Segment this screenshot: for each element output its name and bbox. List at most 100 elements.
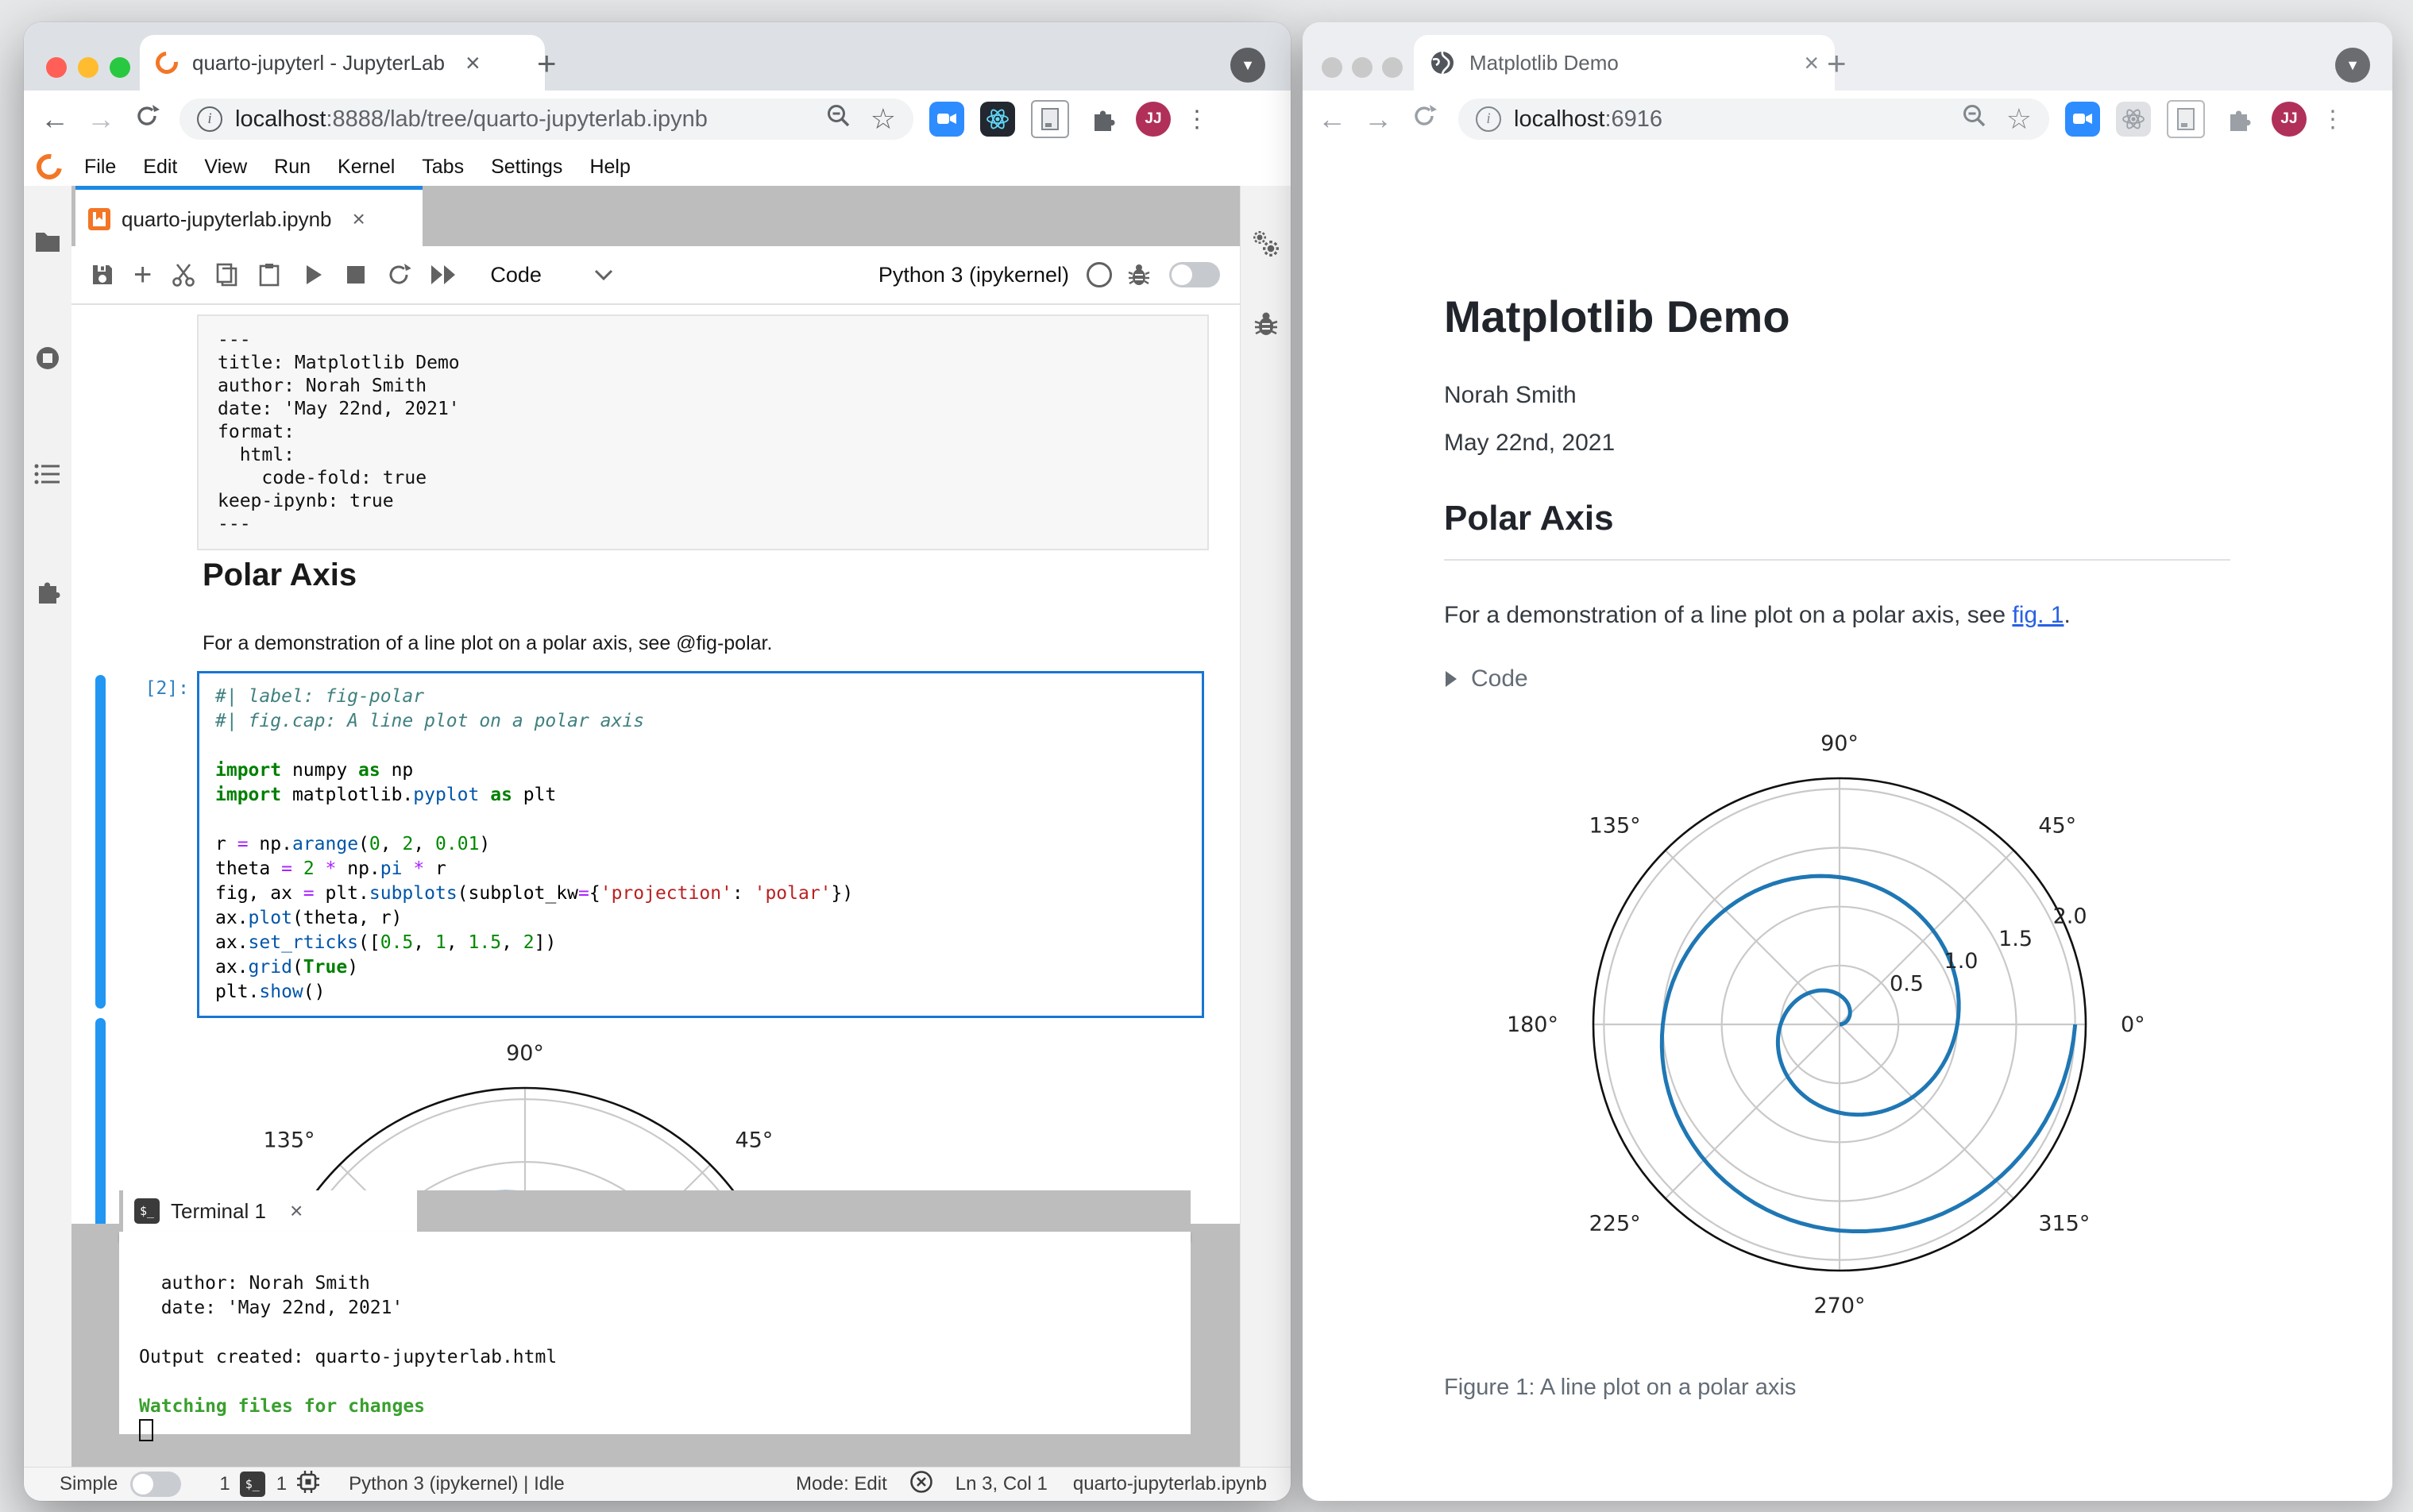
running-kernels-icon[interactable] [34, 345, 61, 376]
cursor-position[interactable]: Ln 3, Col 1 [956, 1473, 1048, 1495]
preview-browser-window: Matplotlib Demo × + ▼ ← → i localhost:69… [1303, 22, 2392, 1501]
address-bar[interactable]: i localhost:6916 ☆ [1458, 98, 2049, 140]
property-inspector-icon[interactable] [1252, 230, 1280, 262]
menu-item-help[interactable]: Help [589, 156, 630, 179]
reload-icon[interactable] [124, 102, 170, 137]
reload-icon[interactable] [1401, 102, 1447, 137]
kernel-sessions-icon[interactable] [296, 1470, 320, 1499]
kernel-status-text[interactable]: Python 3 (ipykernel) | Idle [349, 1473, 565, 1495]
terminal-count[interactable]: 1 [219, 1473, 230, 1495]
close-terminal-tab-icon[interactable]: × [290, 1200, 303, 1222]
back-icon[interactable]: ← [32, 102, 78, 136]
table-of-contents-icon[interactable] [34, 463, 61, 489]
code-line: plt.show() [215, 982, 326, 1002]
bookmark-star-icon[interactable]: ☆ [871, 102, 896, 136]
back-icon[interactable]: ← [1309, 102, 1355, 136]
active-file-name[interactable]: quarto-jupyterlab.ipynb [1073, 1473, 1267, 1495]
forward-icon[interactable]: → [1355, 102, 1401, 136]
jupyter-logo [31, 148, 68, 185]
minimize-window-button[interactable] [78, 57, 98, 78]
figure-link[interactable]: fig. 1 [2012, 602, 2064, 628]
extension-manager-icon[interactable] [34, 577, 61, 608]
new-tab-button[interactable]: + [537, 44, 557, 83]
site-info-icon[interactable]: i [1476, 106, 1501, 132]
zoom-extension-icon[interactable] [2065, 102, 2100, 137]
puzzle-extensions-icon[interactable] [1085, 102, 1120, 137]
cell-collapser[interactable] [95, 675, 106, 1009]
site-info-icon[interactable]: i [197, 106, 222, 132]
address-bar[interactable]: i localhost:8888/lab/tree/quarto-jupyter… [180, 98, 913, 140]
command-mode-icon[interactable] [909, 1470, 933, 1499]
menu-item-tabs[interactable]: Tabs [422, 156, 464, 179]
terminal-cursor [139, 1419, 153, 1441]
close-window-button[interactable] [1322, 57, 1342, 78]
tab-strip: Matplotlib Demo × + ▼ [1303, 22, 2392, 91]
menu-item-view[interactable]: View [204, 156, 247, 179]
notebook-file-icon [88, 208, 110, 230]
cell-type-select[interactable]: Code [490, 263, 542, 287]
tab-search-button[interactable]: ▼ [1230, 48, 1265, 83]
execution-count: [2]: [145, 678, 189, 699]
restart-run-all-button[interactable] [430, 264, 457, 285]
notebook-mode[interactable]: Mode: Edit [796, 1473, 887, 1495]
zoom-window-button[interactable] [1382, 57, 1403, 78]
browser-tab[interactable]: quarto-jupyterl - JupyterLab × [140, 35, 545, 91]
close-tab-icon[interactable]: × [465, 50, 481, 75]
forward-icon[interactable]: → [78, 102, 124, 136]
menu-item-file[interactable]: File [84, 156, 116, 179]
code-line: #| fig.cap: A line plot on a polar axis [215, 711, 645, 731]
tab-search-button[interactable]: ▼ [2335, 48, 2370, 83]
notebook-tab[interactable]: quarto-jupyterlab.ipynb × [75, 186, 423, 249]
menu-item-run[interactable]: Run [274, 156, 311, 179]
restart-kernel-button[interactable] [387, 263, 411, 287]
react-devtools-extension-icon[interactable] [2116, 102, 2151, 137]
zoom-window-button[interactable] [110, 57, 130, 78]
document-extension-icon[interactable] [1031, 100, 1069, 138]
code-line: r = np.arange(0, 2, 0.01) [215, 834, 491, 854]
add-cell-button[interactable]: + [133, 257, 152, 293]
kernel-status-icon[interactable] [1087, 262, 1112, 287]
copy-cells-button[interactable] [215, 262, 239, 287]
close-notebook-tab-icon[interactable]: × [353, 208, 365, 230]
toolbar-toggle[interactable] [1169, 262, 1220, 287]
yaml-raw-cell[interactable]: --- title: Matplotlib Demo author: Norah S… [197, 314, 1209, 550]
document-extension-icon[interactable] [2167, 100, 2205, 138]
debugger-sidebar-icon[interactable] [1254, 311, 1278, 341]
close-tab-icon[interactable]: × [1804, 50, 1819, 75]
run-cell-button[interactable] [304, 264, 323, 286]
react-devtools-extension-icon[interactable] [980, 102, 1015, 137]
debugger-toggle-icon[interactable] [1128, 263, 1150, 287]
terminals-status-icon[interactable]: $_ [239, 1472, 265, 1497]
kernel-name-button[interactable]: Python 3 (ipykernel) [878, 263, 1069, 287]
zoom-out-icon[interactable] [1960, 102, 1989, 137]
menu-item-settings[interactable]: Settings [491, 156, 562, 179]
interrupt-kernel-button[interactable] [347, 266, 365, 284]
yaml-line: date: 'May 22nd, 2021' [218, 399, 460, 419]
zoom-extension-icon[interactable] [929, 102, 964, 137]
profile-avatar[interactable]: JJ [2272, 102, 2307, 137]
chrome-menu-icon[interactable]: ⋮ [2321, 106, 2345, 133]
kernel-count[interactable]: 1 [276, 1473, 287, 1495]
close-window-button[interactable] [46, 57, 67, 78]
profile-avatar[interactable]: JJ [1136, 102, 1171, 137]
cut-cells-button[interactable] [171, 262, 196, 287]
zoom-out-icon[interactable] [824, 102, 853, 137]
terminal-output[interactable]: author: Norah Smith date: 'May 22nd, 202… [119, 1241, 1191, 1441]
output-collapser[interactable] [95, 1018, 106, 1224]
simple-mode-toggle[interactable] [130, 1472, 182, 1497]
paste-cells-button[interactable] [258, 262, 280, 287]
new-tab-button[interactable]: + [1827, 44, 1847, 83]
minimize-window-button[interactable] [1352, 57, 1373, 78]
file-browser-icon[interactable] [34, 230, 61, 257]
chrome-menu-icon[interactable]: ⋮ [1185, 106, 1209, 133]
terminal-tab[interactable]: $_ Terminal 1 × [123, 1190, 417, 1232]
url-path: :6916 [1604, 106, 1663, 132]
save-button[interactable] [91, 263, 114, 287]
puzzle-extensions-icon[interactable] [2221, 102, 2256, 137]
cell-type-chevron-icon[interactable] [594, 269, 613, 280]
browser-tab[interactable]: Matplotlib Demo × [1414, 35, 1835, 91]
bookmark-star-icon[interactable]: ☆ [2006, 102, 2032, 136]
code-cell[interactable]: #| label: fig-polar #| fig.cap: A line pl… [197, 671, 1204, 1018]
menu-item-edit[interactable]: Edit [143, 156, 177, 179]
menu-item-kernel[interactable]: Kernel [338, 156, 395, 179]
